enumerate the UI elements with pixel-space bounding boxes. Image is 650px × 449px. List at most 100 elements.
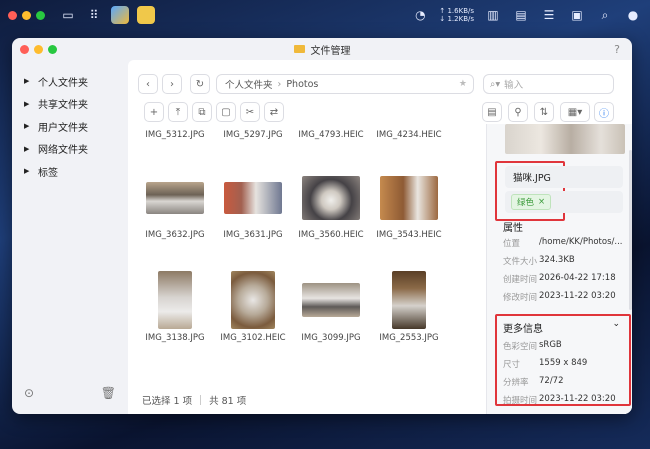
- scissors-icon: ✂: [245, 106, 255, 118]
- upload-icon: ⤒: [175, 106, 181, 118]
- window-close-button[interactable]: [20, 45, 29, 54]
- more-info-row: 尺寸 1559 x 849: [503, 358, 629, 370]
- net-upload: ↑ 1.6KB/s: [439, 7, 474, 15]
- settings-icon[interactable]: ⊙: [24, 386, 34, 400]
- view-mode-button[interactable]: ▦▾: [560, 102, 590, 122]
- window-maximize-button[interactable]: [48, 45, 57, 54]
- grid-view-icon: ▦▾: [567, 106, 583, 118]
- copy-button[interactable]: ⧉: [192, 102, 212, 122]
- star-icon[interactable]: ★: [459, 79, 467, 89]
- file-thumbnail: [224, 182, 282, 214]
- more-info-value: 1559 x 849: [539, 358, 588, 368]
- dashboard-icon[interactable]: ▥: [484, 8, 502, 22]
- breadcrumb[interactable]: 个人文件夹 › Photos ★: [216, 74, 474, 94]
- zoom-dot[interactable]: [36, 10, 45, 20]
- info-button[interactable]: ⓘ: [594, 102, 614, 122]
- sidebar-item-user[interactable]: ▶ 用户文件夹: [12, 115, 128, 138]
- window-minimize-button[interactable]: [34, 45, 43, 54]
- close-dot[interactable]: [8, 10, 17, 20]
- property-key: 修改时间: [503, 293, 538, 303]
- file-item[interactable]: IMG_3138.JPG: [136, 271, 214, 343]
- refresh-button[interactable]: ↻: [190, 74, 210, 94]
- breadcrumb-separator: ›: [277, 78, 282, 90]
- plus-icon: +: [149, 106, 159, 118]
- folder-icon: [293, 45, 305, 53]
- tag-badge[interactable]: 绿色 ×: [511, 194, 552, 210]
- properties-title: 属性: [503, 223, 523, 234]
- file-item[interactable]: IMG_5312.JPG: [136, 126, 214, 140]
- minimize-dot[interactable]: [22, 10, 31, 20]
- breadcrumb-current[interactable]: Photos: [286, 79, 318, 90]
- file-thumbnail: [392, 271, 426, 329]
- paste-button[interactable]: ▢: [216, 102, 236, 122]
- info-icon: ⓘ: [599, 108, 609, 120]
- filename-field[interactable]: 猫咪.JPG: [505, 166, 623, 188]
- app-grid-icon[interactable]: ⠿: [85, 8, 103, 22]
- cut-button[interactable]: ✂: [240, 102, 260, 122]
- chevron-right-icon: ›: [170, 78, 174, 90]
- tag-field[interactable]: 绿色 ×: [505, 191, 623, 213]
- tag-remove-icon[interactable]: ×: [538, 197, 545, 207]
- new-button[interactable]: +: [144, 102, 164, 122]
- copy-icon: ⧉: [198, 106, 206, 118]
- file-item[interactable]: IMG_3632.JPG: [136, 174, 214, 240]
- expand-arrow-icon[interactable]: ▶: [24, 100, 38, 108]
- sidebar-item-tags[interactable]: ▶ 标签: [12, 160, 128, 183]
- file-item[interactable]: IMG_3543.HEIC: [370, 174, 448, 240]
- file-item[interactable]: IMG_5297.JPG: [214, 126, 292, 140]
- forward-button[interactable]: ›: [162, 74, 182, 94]
- sidebar-item-label: 用户文件夹: [38, 122, 88, 134]
- sort-button[interactable]: ⇅: [534, 102, 554, 122]
- message-icon[interactable]: ▣: [568, 8, 586, 22]
- file-item[interactable]: IMG_2553.JPG: [370, 271, 448, 343]
- sidebar-item-personal[interactable]: ▶ 个人文件夹: [12, 70, 128, 93]
- search-icon[interactable]: ⌕: [596, 8, 614, 22]
- tag-label: 绿色: [517, 198, 535, 208]
- speedometer-icon[interactable]: ◔: [411, 8, 429, 22]
- chevron-down-icon[interactable]: ⌄: [612, 319, 620, 329]
- file-thumbnail: [302, 283, 360, 317]
- file-item[interactable]: IMG_4793.HEIC: [292, 126, 370, 140]
- help-button[interactable]: ?: [614, 43, 620, 56]
- sidebar-item-shared[interactable]: ▶ 共享文件夹: [12, 93, 128, 116]
- property-value: 2026-04-22 17:18: [539, 273, 616, 283]
- file-item[interactable]: IMG_3102.HEIC: [214, 271, 292, 343]
- back-button[interactable]: ‹: [138, 74, 158, 94]
- window-title: 文件管理: [310, 45, 351, 57]
- property-value: 324.3KB: [539, 255, 575, 265]
- trash-icon[interactable]: 🗑: [101, 386, 116, 400]
- file-item[interactable]: IMG_3099.JPG: [292, 271, 370, 343]
- file-name: IMG_3631.JPG: [223, 230, 283, 240]
- file-item[interactable]: IMG_4234.HEIC: [370, 126, 448, 140]
- expand-arrow-icon[interactable]: ▶: [24, 145, 38, 153]
- expand-arrow-icon[interactable]: ▶: [24, 167, 38, 175]
- file-manager-app-icon[interactable]: [137, 6, 155, 24]
- filter-button[interactable]: ⚲: [508, 102, 528, 122]
- sidebar-item-network[interactable]: ▶ 网络文件夹: [12, 138, 128, 161]
- search-input[interactable]: ⌕▾ 输入: [483, 74, 614, 94]
- layers-icon[interactable]: ▤: [512, 8, 530, 22]
- search-placeholder: 输入: [504, 80, 524, 91]
- preview-image: [505, 124, 625, 154]
- file-item[interactable]: IMG_3631.JPG: [214, 174, 292, 240]
- user-icon[interactable]: ●: [624, 8, 642, 22]
- file-item[interactable]: IMG_3560.HEIC: [292, 174, 370, 240]
- breadcrumb-root[interactable]: 个人文件夹: [225, 77, 273, 91]
- storage-icon[interactable]: ☰: [540, 8, 558, 22]
- more-info-row: 拍摄时间 2023-11-22 03:20: [503, 394, 629, 406]
- property-row: 创建时间 2026-04-22 17:18: [503, 273, 629, 285]
- detail-scrollbar[interactable]: [629, 150, 632, 310]
- more-info-title[interactable]: 更多信息: [503, 320, 543, 335]
- upload-button[interactable]: ⤒: [168, 102, 188, 122]
- file-name: IMG_5312.JPG: [145, 130, 205, 140]
- file-grid: IMG_5312.JPG IMG_5297.JPG IMG_4793.HEIC …: [128, 126, 486, 376]
- search-icon: ⌕▾: [490, 78, 501, 90]
- share-button[interactable]: ⇄: [264, 102, 284, 122]
- task-button[interactable]: ▤: [482, 102, 502, 122]
- file-thumbnail: [302, 176, 360, 220]
- photos-app-icon[interactable]: [111, 6, 129, 24]
- status-divider: [200, 395, 202, 405]
- expand-arrow-icon[interactable]: ▶: [24, 77, 38, 85]
- desktop-icon[interactable]: ▭: [59, 8, 77, 22]
- expand-arrow-icon[interactable]: ▶: [24, 122, 38, 130]
